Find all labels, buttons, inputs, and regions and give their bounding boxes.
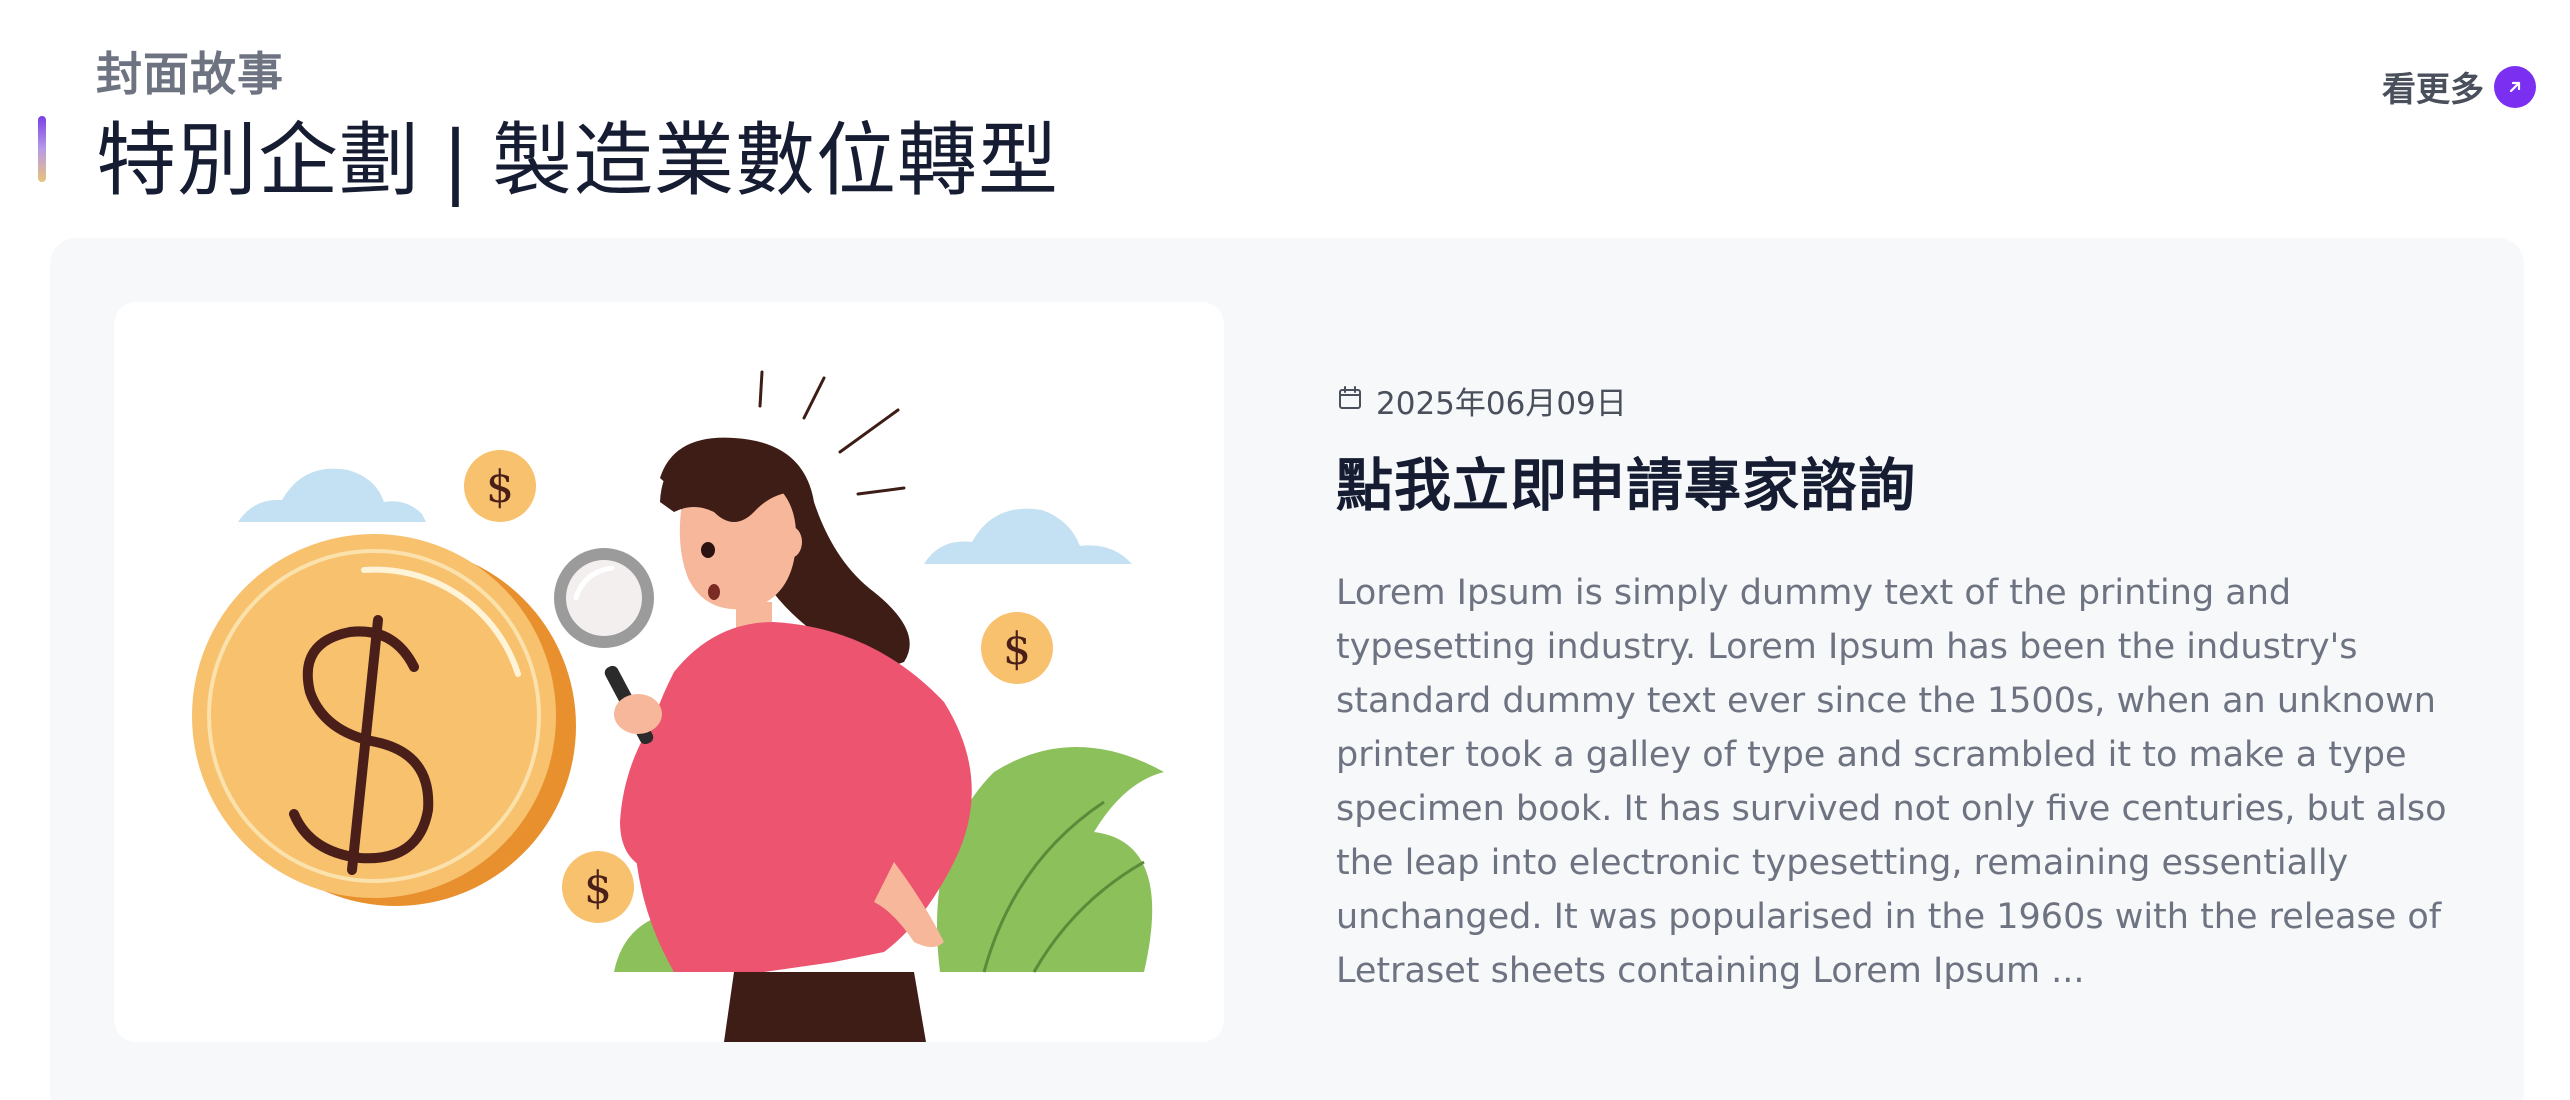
svg-text:$: $ bbox=[584, 863, 612, 914]
article-title-link[interactable]: 點我立即申請專家諮詢 bbox=[1336, 440, 2516, 522]
arrow-up-right-icon bbox=[2494, 65, 2536, 108]
section-title-part2: 製造業數位轉型 bbox=[491, 114, 1059, 207]
section-title-part1: 特別企劃 bbox=[96, 114, 420, 207]
cloud-icon bbox=[924, 508, 1132, 564]
dollar-coin-icon bbox=[192, 534, 576, 906]
see-more-link[interactable]: 看更多 bbox=[2382, 62, 2536, 111]
title-accent-bar bbox=[38, 116, 46, 182]
cloud-icon bbox=[238, 468, 426, 522]
svg-text:$: $ bbox=[1003, 624, 1031, 675]
article-content: 2025年06月09日 點我立即申請專家諮詢 Lorem Ipsum is si… bbox=[1336, 378, 2516, 998]
see-more-label: 看更多 bbox=[2382, 70, 2484, 110]
section-header: 封面故事 特別企劃 | 製造業數位轉型 看更多 bbox=[0, 0, 2570, 220]
woman-figure bbox=[554, 437, 972, 1042]
dollar-coin-icon: $ bbox=[981, 612, 1053, 684]
article-date: 2025年06月09日 bbox=[1376, 385, 1627, 422]
article-excerpt: Lorem Ipsum is simply dummy text of the … bbox=[1336, 573, 2447, 991]
svg-text:$: $ bbox=[486, 462, 514, 513]
dollar-coin-icon: $ bbox=[562, 851, 634, 923]
dollar-coin-icon: $ bbox=[464, 450, 536, 522]
section-title: 特別企劃 | 製造業數位轉型 bbox=[96, 96, 1059, 212]
calendar-icon bbox=[1336, 384, 1364, 416]
article-date-row: 2025年06月09日 bbox=[1336, 378, 2516, 422]
article-card: $ $ $ 2025年06月09日 點我立即申請專家諮詢 Lorem Ipsum… bbox=[50, 238, 2524, 1100]
cover-story-section: 封面故事 特別企劃 | 製造業數位轉型 看更多 $ $ $ 2025年06月09… bbox=[0, 0, 2570, 1100]
section-title-separator: | bbox=[442, 114, 470, 207]
section-eyebrow: 封面故事 bbox=[96, 47, 284, 101]
article-illustration[interactable]: $ $ $ bbox=[114, 302, 1224, 1042]
